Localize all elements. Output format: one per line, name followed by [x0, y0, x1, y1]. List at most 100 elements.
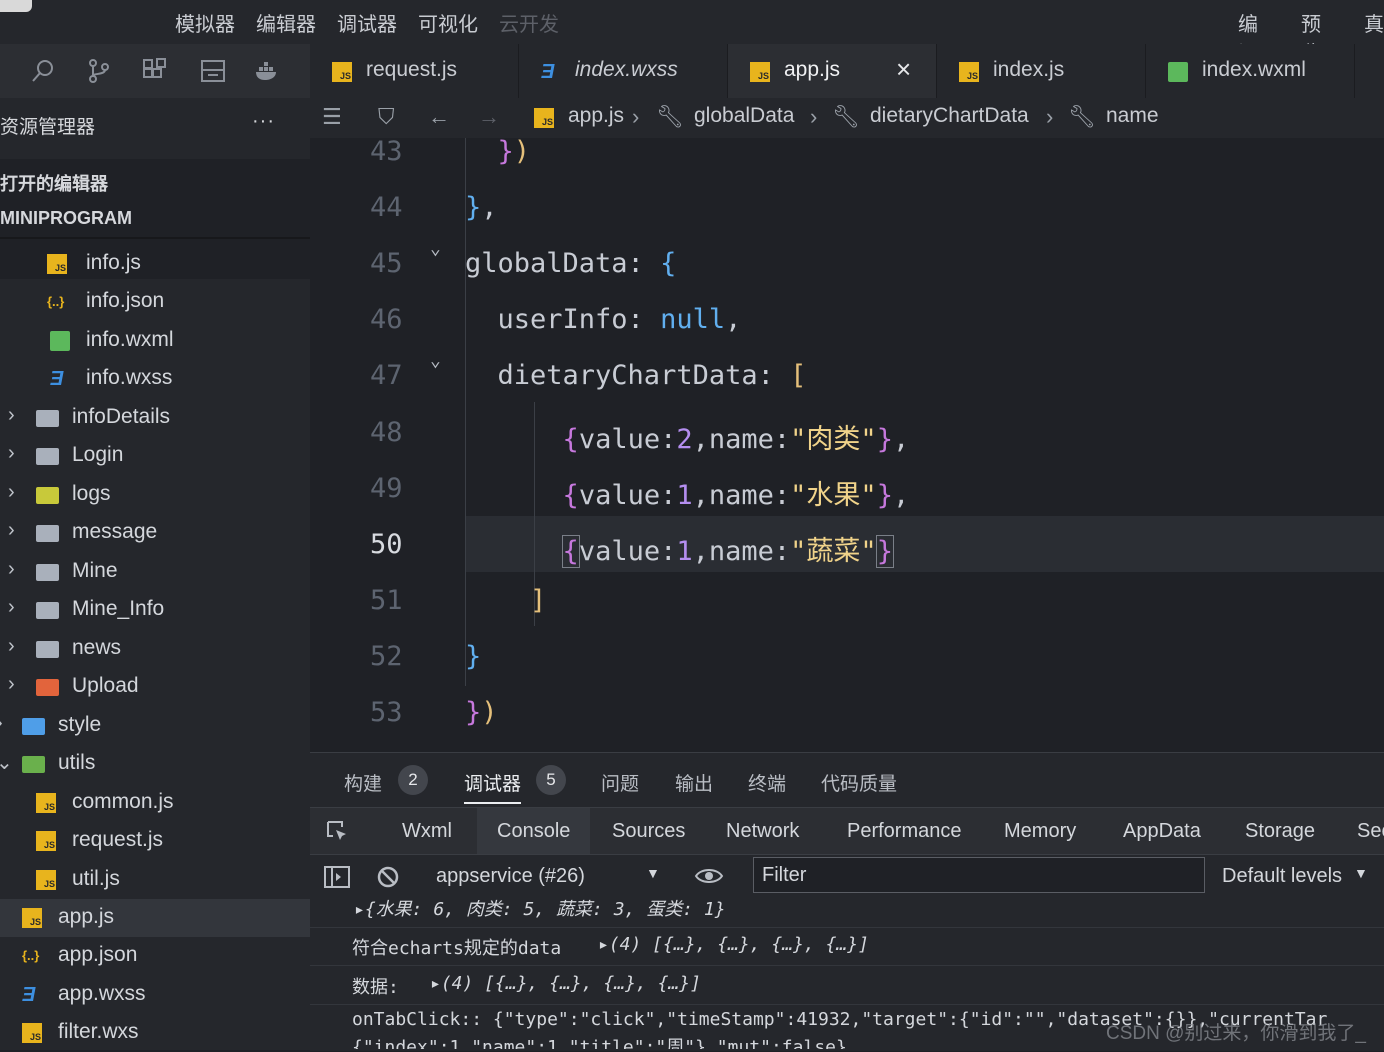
devtools-tab-console[interactable]: Console: [477, 808, 591, 854]
chevron-right-icon[interactable]: ›: [0, 712, 3, 735]
file-tree-item-label: info.wxss: [86, 366, 173, 389]
file-tree-item[interactable]: {..} app.json: [0, 937, 310, 975]
console-log-entry[interactable]: ▸{水果: 6, 肉类: 5, 蔬菜: 3, 蛋类: 1}: [310, 893, 1384, 928]
tab-terminal[interactable]: 终端: [748, 769, 786, 796]
chevron-right-icon[interactable]: ›: [8, 481, 15, 504]
back-arrow-icon[interactable]: ←: [428, 104, 450, 130]
js-file-icon: JS: [959, 62, 979, 82]
file-tree-item[interactable]: JS filter.wxs: [0, 1014, 310, 1052]
file-tree-item[interactable]: › style: [0, 707, 310, 745]
docker-icon[interactable]: [254, 58, 280, 84]
log-levels-dropdown[interactable]: Default levels: [1222, 865, 1342, 888]
chevron-right-icon[interactable]: ›: [8, 596, 15, 619]
menu-cloud[interactable]: 云开发: [499, 8, 559, 37]
devtools-tab-sources[interactable]: Sources: [612, 820, 685, 843]
fold-chevron-icon[interactable]: ⌄: [430, 238, 441, 259]
tab-index-js[interactable]: JS index.js: [937, 44, 1146, 98]
devtools-tab-wxml[interactable]: Wxml: [402, 820, 452, 843]
tab-problems[interactable]: 问题: [601, 769, 639, 796]
open-editors-section[interactable]: 打开的编辑器: [0, 170, 108, 196]
chevron-right-icon[interactable]: ›: [8, 635, 15, 658]
console-log-entry[interactable]: 数据: ▸(4) [{…}, {…}, {…}, {…}]: [310, 966, 1384, 1005]
close-icon[interactable]: ×: [896, 54, 911, 85]
file-tree-item[interactable]: › logs: [0, 476, 310, 514]
search-icon[interactable]: [30, 58, 56, 84]
property-icon: 🔧︎: [832, 104, 860, 129]
filter-input[interactable]: Filter: [753, 857, 1205, 893]
file-tree-item[interactable]: › news: [0, 630, 310, 668]
layout-icon[interactable]: [200, 58, 226, 84]
extensions-icon[interactable]: [142, 58, 168, 84]
bookmark-icon[interactable]: ⛉: [378, 104, 395, 130]
clear-console-icon[interactable]: [376, 865, 400, 889]
devtools-tab-performance[interactable]: Performance: [847, 820, 962, 843]
devtools-tab-network[interactable]: Network: [726, 820, 799, 843]
menu-debugger[interactable]: 调试器: [337, 8, 397, 37]
eye-icon[interactable]: [694, 866, 724, 886]
project-section[interactable]: MINIPROGRAM: [0, 208, 310, 239]
fold-chevron-icon[interactable]: ⌄: [430, 350, 441, 371]
menu-visual[interactable]: 可视化: [418, 8, 478, 37]
file-tree-item[interactable]: › Upload: [0, 668, 310, 706]
tab-request-js[interactable]: JS request.js: [310, 44, 519, 98]
list-icon[interactable]: ☰: [322, 104, 342, 130]
log-object[interactable]: ▸{水果: 6, 肉类: 5, 蔬菜: 3, 蛋类: 1}: [354, 895, 726, 921]
chevron-right-icon[interactable]: ›: [8, 442, 15, 465]
inspect-element-icon[interactable]: [326, 820, 350, 844]
source-control-icon[interactable]: [86, 58, 112, 84]
menu-simulator[interactable]: 模拟器: [175, 8, 235, 37]
tab-index-wxml[interactable]: index.wxml: [1146, 44, 1355, 98]
file-tree-item-label: app.wxss: [58, 982, 146, 1005]
chevron-down-icon[interactable]: ⌄: [0, 750, 13, 775]
tab-debugger[interactable]: 调试器: [464, 769, 522, 804]
breadcrumb-globaldata[interactable]: globalData: [694, 104, 794, 128]
file-tree-item[interactable]: Ǝapp.wxss: [0, 976, 310, 1014]
file-tree-item[interactable]: Ǝinfo.wxss: [0, 360, 310, 398]
line-number: 53: [370, 697, 403, 728]
file-tree-item[interactable]: JS request.js: [0, 822, 310, 860]
file-tree-item[interactable]: info.wxml: [0, 322, 310, 360]
avatar[interactable]: [0, 0, 32, 12]
file-tree-item[interactable]: JS app.js: [0, 899, 310, 937]
devtools-tab-security[interactable]: Sec: [1357, 820, 1384, 843]
file-tree-item[interactable]: {..} info.json: [0, 283, 310, 321]
log-array[interactable]: ▸(4) [{…}, {…}, {…}, {…}]: [598, 934, 869, 955]
file-tree-item[interactable]: JS common.js: [0, 784, 310, 822]
menu-editor[interactable]: 编辑器: [256, 8, 316, 37]
chevron-right-icon[interactable]: ›: [8, 404, 15, 427]
chevron-down-icon[interactable]: ▼: [646, 865, 660, 881]
tab-app-js[interactable]: JS app.js ×: [728, 44, 937, 98]
chevron-right-icon[interactable]: ›: [8, 519, 15, 542]
code-editor[interactable]: 43 44 45 46 47 48 49 50 51 52 53 ⌄ ⌄ }) …: [310, 136, 1384, 752]
file-tree-item[interactable]: › Login: [0, 437, 310, 475]
console-log-entry[interactable]: 符合echarts规定的data ▸(4) [{…}, {…}, {…}, {……: [310, 927, 1384, 966]
line-number: 51: [370, 585, 403, 616]
file-tree-item[interactable]: › message: [0, 514, 310, 552]
file-tree-item[interactable]: › Mine_Info: [0, 591, 310, 629]
breadcrumb-dietarychartdata[interactable]: dietaryChartData: [870, 104, 1029, 128]
tab-index-wxss[interactable]: Ǝ index.wxss: [519, 44, 728, 98]
tab-output[interactable]: 输出: [675, 769, 713, 796]
devtools-tab-appdata[interactable]: AppData: [1123, 820, 1201, 843]
chevron-right-icon[interactable]: ›: [8, 558, 15, 581]
file-tree-item[interactable]: › Mine: [0, 553, 310, 591]
file-tree-item[interactable]: › infoDetails: [0, 399, 310, 437]
tab-code-quality[interactable]: 代码质量: [821, 769, 897, 796]
devtools-tab-memory[interactable]: Memory: [1004, 820, 1076, 843]
file-tree-item[interactable]: JS util.js: [0, 861, 310, 899]
context-selector[interactable]: appservice (#26): [436, 865, 585, 888]
devtools-tab-storage[interactable]: Storage: [1245, 820, 1315, 843]
chevron-right-icon[interactable]: ›: [8, 673, 15, 696]
file-tree-item[interactable]: ⌄ utils: [0, 745, 310, 783]
breadcrumb-name[interactable]: name: [1106, 104, 1159, 128]
file-tree-item[interactable]: JS info.js: [0, 245, 310, 283]
chevron-down-icon[interactable]: ▼: [1354, 865, 1368, 881]
tab-build[interactable]: 构建: [344, 769, 382, 796]
sidebar-toggle-icon[interactable]: [324, 865, 350, 889]
more-actions-button[interactable]: ···: [252, 110, 275, 133]
forward-arrow-icon[interactable]: →: [478, 104, 500, 130]
file-tree-item-label: Upload: [72, 674, 139, 697]
log-array[interactable]: ▸(4) [{…}, {…}, {…}, {…}]: [430, 973, 701, 994]
log-text: 符合echarts规定的data: [352, 938, 562, 959]
breadcrumb-file[interactable]: app.js: [568, 104, 624, 128]
